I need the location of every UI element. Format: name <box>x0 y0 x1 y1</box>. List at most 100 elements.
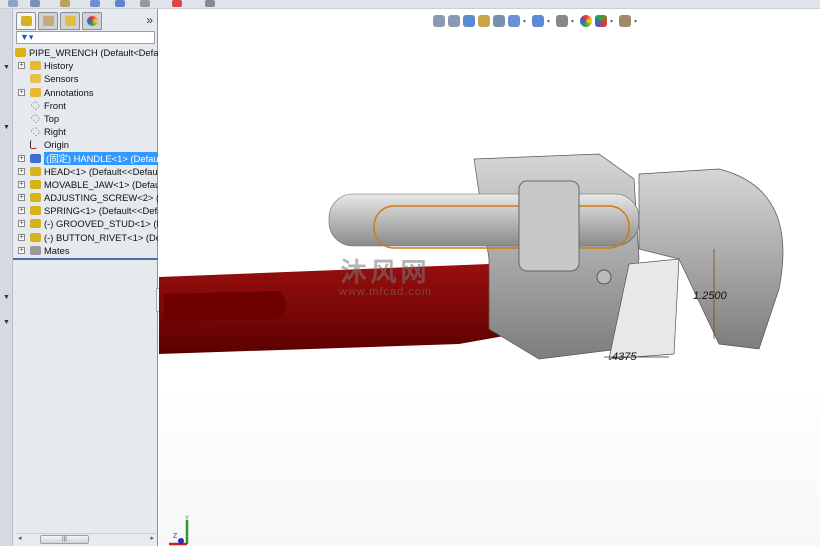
display-manager-icon <box>86 16 98 26</box>
expand-icon[interactable]: + <box>18 154 25 162</box>
tab-feature-manager[interactable] <box>16 12 36 30</box>
tree-item-label: Annotations <box>44 86 94 98</box>
tree-item[interactable]: + SPRING<1> (Default<<Default>_Display St… <box>13 204 158 217</box>
plane-icon <box>30 100 41 111</box>
tree-item-label: Top <box>44 112 60 124</box>
y-axis-label: Y <box>185 516 189 522</box>
tree-root-label: PIPE_WRENCH (Default<Default_Display Sta… <box>29 47 158 58</box>
tree-filter[interactable]: ▼▾ <box>16 31 155 44</box>
feature-manager-icon <box>20 16 32 26</box>
toolbar-icon[interactable] <box>90 0 100 7</box>
toolbar-icon[interactable] <box>115 0 125 7</box>
tree-item-label: MOVABLE_JAW<1> (Default<<Default>_Displa… <box>44 178 158 190</box>
pipe-wrench-model[interactable] <box>159 9 820 546</box>
tree-item[interactable]: + MOVABLE_JAW<1> (Default<<Default>_Displ… <box>13 178 158 191</box>
knurl-nut <box>518 180 580 272</box>
tree-item-label: ADJUSTING_SCREW<2> (Default<<Default>_Di… <box>44 192 158 204</box>
dropdown-arrow-icon[interactable]: ▼ <box>3 124 10 131</box>
watermark-url: www.mfcad.com <box>339 286 433 298</box>
axis-triad: Y X Z <box>167 516 189 546</box>
manager-tabs: » <box>13 9 157 31</box>
tree-item-label: HEAD<1> (Default<<Default>_Display State… <box>44 165 158 177</box>
tree-item[interactable]: + Annotations <box>13 86 158 99</box>
expand-panel-button[interactable]: » <box>146 13 153 27</box>
tree-item[interactable]: + (-) BUTTON_RIVET<1> (Default<<Default>_… <box>13 231 158 244</box>
expand-icon[interactable]: + <box>18 88 25 96</box>
tree-item[interactable]: + (固定) HANDLE<1> (Default<<Default>_Displ… <box>13 151 158 165</box>
tab-configuration-manager[interactable] <box>60 12 80 30</box>
tree-item[interactable]: Origin <box>13 138 158 151</box>
tree-item[interactable]: Front <box>13 99 158 112</box>
tree-item-label: (-) GROOVED_STUD<1> (Default<<Default>_D… <box>44 218 158 230</box>
tree-item[interactable]: + History <box>13 59 158 72</box>
watermark: 沐风网 www.mfcad.com <box>339 252 432 298</box>
tree-item-label: SPRING<1> (Default<<Default>_Display Sta… <box>44 205 158 217</box>
part-icon <box>30 179 41 189</box>
command-toolbar <box>0 0 820 9</box>
tree-item-label: Front <box>44 99 66 111</box>
horizontal-scrollbar[interactable]: ◂ ||| ▸ <box>16 533 156 544</box>
history-folder-icon <box>30 61 41 71</box>
tree-item-label: (固定) HANDLE<1> (Default<<Default>_Displa… <box>44 151 158 165</box>
funnel-icon: ▼▾ <box>20 32 34 42</box>
scroll-left-icon[interactable]: ◂ <box>18 534 22 542</box>
part-icon <box>30 206 41 216</box>
tab-display-manager[interactable] <box>82 12 102 30</box>
expand-icon[interactable]: + <box>18 220 25 228</box>
toolbar-icon[interactable] <box>30 0 40 7</box>
expand-icon[interactable]: + <box>18 180 25 188</box>
dimension-0-4375[interactable]: .4375 <box>609 351 637 363</box>
rivet <box>596 269 612 285</box>
part-icon <box>30 153 41 163</box>
plane-icon <box>30 126 41 137</box>
tree-item[interactable]: Sensors <box>13 72 158 85</box>
toolbar-icon[interactable] <box>60 0 70 7</box>
expand-icon[interactable]: + <box>18 233 25 241</box>
toolbar-icon[interactable] <box>8 0 18 7</box>
part-icon <box>30 232 41 242</box>
command-manager-strip: ▼ ▼ ▼ ▼ <box>0 9 13 546</box>
tree-item[interactable]: + ADJUSTING_SCREW<2> (Default<<Default>_D… <box>13 191 158 204</box>
sensors-folder-icon <box>30 74 41 84</box>
tree-item[interactable]: Top <box>13 112 158 125</box>
expand-icon[interactable]: + <box>18 194 25 202</box>
dropdown-arrow-icon[interactable]: ▼ <box>3 64 10 71</box>
part-icon <box>30 193 41 203</box>
tree-item[interactable]: + (-) GROOVED_STUD<1> (Default<<Default>_… <box>13 217 158 230</box>
tree-root[interactable]: PIPE_WRENCH (Default<Default_Display Sta… <box>13 46 158 59</box>
property-manager-icon <box>42 16 54 26</box>
scrollbar-thumb[interactable]: ||| <box>40 535 89 544</box>
mates-icon <box>30 245 41 255</box>
tree-item-label: History <box>44 60 74 72</box>
z-axis-label: Z <box>173 533 178 540</box>
feature-manager-panel: » ▼▾ PIPE_WRENCH (Default<Default_Displa… <box>13 9 158 546</box>
toolbar-icon[interactable] <box>140 0 150 7</box>
tree-item-label: Origin <box>44 139 70 151</box>
dropdown-arrow-icon[interactable]: ▼ <box>3 319 10 326</box>
part-icon <box>30 166 41 176</box>
tree-item-label: Right <box>44 126 66 138</box>
scroll-right-icon[interactable]: ▸ <box>150 534 154 542</box>
expand-icon[interactable]: + <box>18 167 25 175</box>
feature-tree: PIPE_WRENCH (Default<Default_Display Sta… <box>13 46 158 257</box>
tree-item[interactable]: + Mates <box>13 244 158 257</box>
tree-item[interactable]: + HEAD<1> (Default<<Default>_Display Stat… <box>13 165 158 178</box>
tree-item[interactable]: Right <box>13 125 158 138</box>
toolbar-icon[interactable] <box>172 0 182 7</box>
annotations-icon <box>30 87 41 97</box>
expand-icon[interactable]: + <box>18 207 25 215</box>
tree-item-label: (-) BUTTON_RIVET<1> (Default<<Default>_D… <box>44 231 158 243</box>
part-icon <box>30 219 41 229</box>
graphics-area[interactable]: ▾▾▾▾▾ 1.2500 .4375 沐风网 www.mfcad.com Y X… <box>159 9 820 546</box>
tree-item-label: Sensors <box>44 73 79 85</box>
toolbar-icon[interactable] <box>205 0 215 7</box>
handle-slot <box>164 291 287 321</box>
expand-icon[interactable]: + <box>18 246 25 254</box>
dimension-1-2500[interactable]: 1.2500 <box>693 290 727 302</box>
tree-item-label: Mates <box>44 244 70 256</box>
z-axis-arrow <box>178 538 184 544</box>
plane-icon <box>30 113 41 124</box>
expand-icon[interactable]: + <box>18 62 25 70</box>
dropdown-arrow-icon[interactable]: ▼ <box>3 294 10 301</box>
tab-property-manager[interactable] <box>38 12 58 30</box>
